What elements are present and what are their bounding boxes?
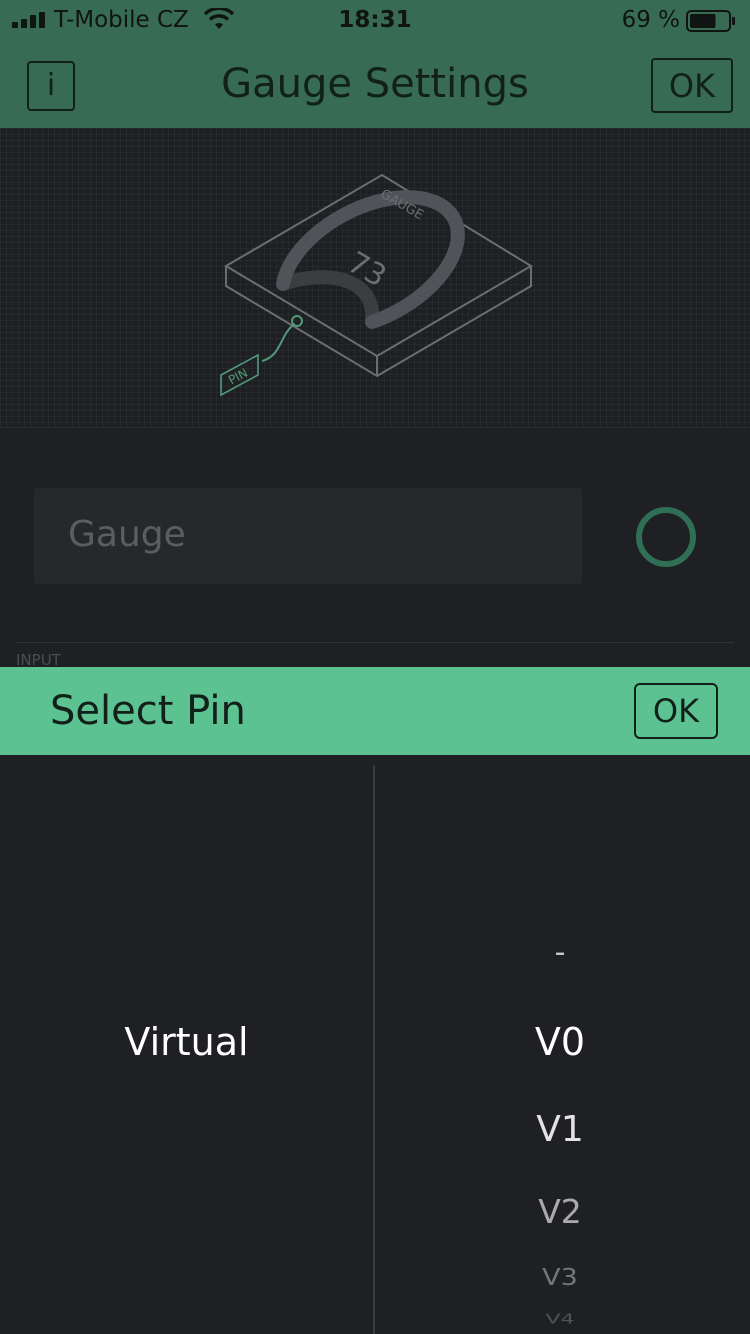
screen: T-Mobile CZ 18:31 69 % i Gauge Settings …	[0, 0, 750, 1334]
battery-icon	[686, 10, 735, 32]
select-pin-ok-button[interactable]: OK	[634, 683, 718, 739]
page-title: Gauge Settings	[221, 61, 529, 107]
pin-option[interactable]: V2	[500, 1191, 620, 1233]
section-label-input: INPUT	[16, 652, 61, 667]
pin-option[interactable]: V3	[500, 1264, 620, 1293]
picker-column-divider	[373, 765, 375, 1334]
select-pin-header: Select Pin OK	[0, 667, 750, 755]
section-divider	[16, 642, 734, 643]
pin-type-wheel-selected[interactable]: Virtual	[0, 1017, 373, 1067]
gauge-illustration: GAUGE 73 PIN	[220, 173, 533, 397]
nav-ok-button[interactable]: OK	[651, 58, 733, 113]
pin-label: PIN	[226, 366, 250, 388]
pin-option[interactable]: V1	[500, 1107, 620, 1153]
widget-preview: GAUGE 73 PIN	[0, 128, 750, 428]
nav-bar: i Gauge Settings OK	[0, 40, 750, 128]
widget-name-value: Gauge	[68, 514, 186, 555]
pin-option-selected[interactable]: V0	[500, 1017, 620, 1067]
pin-picker[interactable]: Virtual - V0 V1 V2 V3 V4	[0, 755, 750, 1334]
color-picker-button[interactable]	[636, 507, 696, 567]
battery-percent: 69 %	[621, 7, 680, 33]
widget-name-field[interactable]: Gauge	[34, 488, 582, 584]
status-bar: T-Mobile CZ 18:31 69 %	[0, 0, 750, 40]
select-pin-title: Select Pin	[50, 688, 246, 734]
pin-option[interactable]: -	[500, 933, 620, 973]
pin-option[interactable]: V4	[500, 1312, 620, 1328]
